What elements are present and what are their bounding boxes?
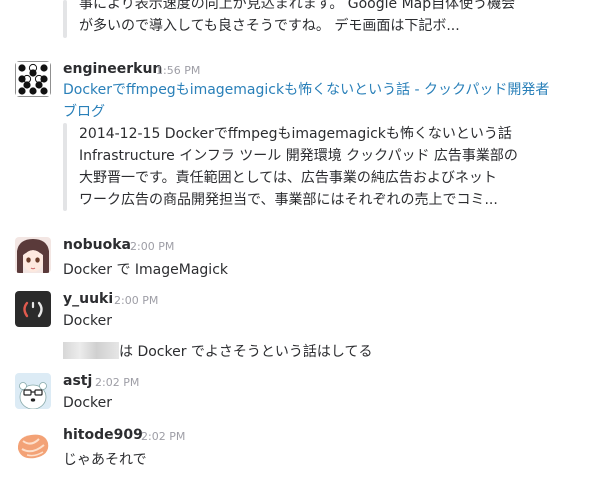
message-timestamp[interactable]: 2:00 PM <box>130 240 174 253</box>
anime-face-avatar-image <box>15 237 51 273</box>
avatar-y_uuki[interactable] <box>15 291 51 327</box>
dark-face-avatar-image <box>15 291 51 327</box>
attachment-text-line: 事により表示速度の向上が見込まれます。 Google Map自体使う機会 <box>79 0 516 12</box>
followup-message-text: は Docker でよさそうという話はしてる <box>119 344 373 360</box>
message-timestamp[interactable]: 2:00 PM <box>114 294 158 307</box>
salmon-sushi-avatar-image <box>15 427 51 463</box>
message-author[interactable]: nobuoka <box>63 237 131 253</box>
message-author[interactable]: hitode909 <box>63 427 143 443</box>
attachment-quote-bar <box>63 123 67 211</box>
attachment-text-line: 2014-12-15 Dockerでffmpegもimagemagickも怖くな… <box>79 126 512 142</box>
message-text: Docker <box>63 313 113 329</box>
followup-message: は Docker でよさそうという話はしてる <box>63 341 373 361</box>
message-pane: 事により表示速度の向上が見込まれます。 Google Map自体使う機会 が多い… <box>0 0 604 479</box>
link-line[interactable]: Dockerでffmpegもimagemagickも怖くないという話 - クック… <box>63 79 549 101</box>
identicon-avatar-image <box>15 61 51 97</box>
attachment-text-line: 大野晋一です。責任範囲としては、広告事業の純広告およびネット <box>79 170 497 186</box>
link-line[interactable]: ブログ <box>63 101 549 123</box>
message-author[interactable]: engineerkun <box>63 61 162 77</box>
message-text: じゃあそれで <box>63 452 147 468</box>
message-timestamp[interactable]: 2:02 PM <box>95 376 139 389</box>
attachment-title-link[interactable]: Dockerでffmpegもimagemagickも怖くないという話 - クック… <box>63 79 549 123</box>
attachment-text-line: が多いので導入しても良さそうですね。 デモ画面は下記ボ... <box>79 18 460 34</box>
message-author[interactable]: y_uuki <box>63 291 113 307</box>
polar-bear-avatar-image <box>15 373 51 409</box>
message-timestamp[interactable]: 1:56 PM <box>156 64 200 77</box>
message-text: Docker で ImageMagick <box>63 262 229 278</box>
message-author[interactable]: astj <box>63 373 92 389</box>
avatar-hitode909[interactable] <box>15 427 51 463</box>
attachment-text-line: ワーク広告の商品開発担当で、事業部にはそれぞれの売上でコミ... <box>79 192 498 208</box>
avatar-astj[interactable] <box>15 373 51 409</box>
avatar-engineerkun[interactable] <box>15 61 51 97</box>
attachment-quote-bar <box>63 0 67 38</box>
message-text: Docker <box>63 395 113 411</box>
attachment-text-line: Infrastructure インフラ ツール 開発環境 クックパッド 広告事業… <box>79 148 518 164</box>
message-timestamp[interactable]: 2:02 PM <box>141 430 185 443</box>
redacted-mention <box>63 342 119 359</box>
avatar-nobuoka[interactable] <box>15 237 51 273</box>
